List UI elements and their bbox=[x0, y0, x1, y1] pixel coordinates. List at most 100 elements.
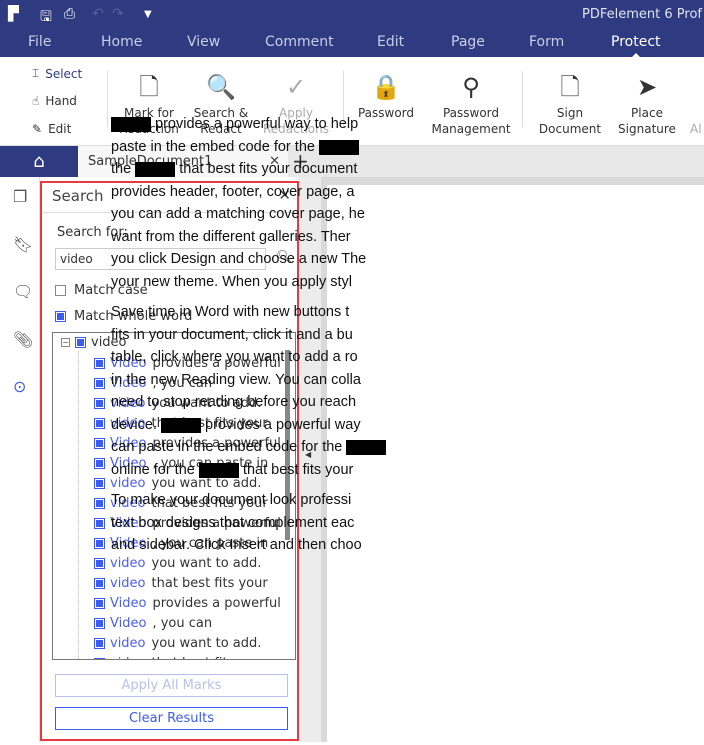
app-logo-icon: ▛ bbox=[8, 6, 19, 22]
edit-icon: ✎ bbox=[32, 122, 43, 136]
checkbox-checked-icon[interactable] bbox=[94, 637, 105, 649]
select-tool[interactable]: ⌶ Select bbox=[32, 66, 82, 81]
checkbox-checked-icon[interactable] bbox=[94, 557, 105, 569]
checkbox-checked-icon[interactable] bbox=[94, 357, 105, 369]
apply-all-marks-button[interactable]: Apply All Marks bbox=[55, 674, 288, 697]
comment-icon[interactable]: 🗨 bbox=[13, 282, 33, 301]
result-item[interactable]: video that best fits bbox=[94, 653, 284, 660]
tree-line bbox=[78, 351, 79, 659]
menu-home[interactable]: Home bbox=[101, 34, 142, 50]
checkbox-checked-icon[interactable] bbox=[94, 417, 105, 429]
document-text: |R| provides a powerful way to help paste… bbox=[111, 113, 704, 565]
undo-icon[interactable]: ↶ bbox=[92, 6, 104, 22]
redaction-mark[interactable]: |R| bbox=[318, 139, 359, 155]
redo-icon[interactable]: ↷ bbox=[112, 6, 124, 22]
menu-comment[interactable]: Comment bbox=[265, 34, 334, 50]
text-line: want from the different galleries. Ther bbox=[111, 228, 351, 245]
text-line: To make your document look professi bbox=[111, 492, 352, 508]
text-line: and sidebar. Click Insert and then choo bbox=[111, 537, 362, 553]
text-line: device. |R| provides a powerful way bbox=[111, 416, 361, 433]
checkbox-checked-icon[interactable] bbox=[94, 537, 105, 549]
text-line: |R| provides a powerful way to help bbox=[111, 113, 704, 136]
text-line: table, click where you want to add a ro bbox=[111, 349, 358, 365]
document-icon: 🗋 bbox=[139, 73, 159, 101]
checkbox-checked-icon[interactable] bbox=[94, 517, 105, 529]
document-search-icon: 🔍 bbox=[206, 73, 236, 101]
text-line: can paste in the embed code for the |R| bbox=[111, 436, 704, 459]
checkbox-checked-icon[interactable] bbox=[94, 437, 105, 449]
print-icon[interactable]: ⎙ bbox=[64, 6, 75, 22]
hand-tool[interactable]: ☝ Hand bbox=[32, 94, 77, 108]
home-tab[interactable]: ⌂ bbox=[0, 146, 78, 177]
hand-icon: ☝ bbox=[32, 94, 40, 108]
text-line: you click Design and choose a new The bbox=[111, 251, 367, 267]
checkbox-checked-icon[interactable] bbox=[94, 657, 105, 659]
result-keyword: Video bbox=[110, 615, 147, 631]
customize-icon[interactable]: ▼ bbox=[144, 9, 152, 20]
sign-document-icon: 🗋 bbox=[560, 73, 580, 101]
menu-page[interactable]: Page bbox=[451, 34, 485, 50]
result-item[interactable]: Video provides a powerful bbox=[94, 593, 284, 613]
paragraph: |R| provides a powerful way to help paste… bbox=[111, 113, 704, 293]
edit-label: Edit bbox=[48, 122, 72, 136]
result-keyword: Video bbox=[110, 595, 147, 611]
checkbox-checked-icon[interactable] bbox=[94, 617, 105, 629]
left-sidebar: ❐ 🔖︎ 🗨 📎︎ ⊙ bbox=[0, 177, 40, 742]
result-context: you want to add. bbox=[151, 635, 262, 651]
save-icon[interactable]: 🖫 bbox=[40, 6, 52, 30]
pages-icon[interactable]: ❐ bbox=[13, 187, 27, 206]
checkbox-checked-icon[interactable] bbox=[94, 397, 105, 409]
hand-label: Hand bbox=[45, 94, 77, 108]
user-lock-icon: ⚲ bbox=[462, 73, 480, 101]
result-context: , you can bbox=[152, 615, 213, 631]
paragraph: Save time in Word with new buttons t fits… bbox=[111, 301, 704, 481]
select-cursor-icon: ⌶ bbox=[32, 66, 40, 80]
home-icon: ⌂ bbox=[33, 151, 45, 172]
checkbox-checked-icon[interactable] bbox=[94, 457, 105, 469]
text-line: Save time in Word with new buttons t bbox=[111, 304, 350, 320]
app-title: PDFelement 6 Prof bbox=[582, 7, 702, 22]
text-line: your new theme. When you apply styl bbox=[111, 273, 352, 290]
menu-edit[interactable]: Edit bbox=[377, 34, 404, 50]
redaction-mark[interactable]: |R| bbox=[111, 117, 152, 132]
place-signature-icon: ➤ bbox=[636, 73, 658, 101]
menu-protect[interactable]: Protect bbox=[611, 34, 661, 58]
checkbox-checked-icon[interactable] bbox=[75, 337, 86, 348]
redaction-mark[interactable]: |R| bbox=[135, 162, 176, 177]
menu-file[interactable]: File bbox=[28, 34, 51, 50]
redaction-mark[interactable]: |R| bbox=[346, 440, 387, 455]
checkbox-checked-icon[interactable] bbox=[94, 577, 105, 589]
bookmark-icon[interactable]: 🔖︎ bbox=[13, 235, 33, 254]
text-line: fits in your document, click it and a bu bbox=[111, 326, 353, 343]
result-keyword: video bbox=[110, 656, 146, 660]
text-line: in the new Reading view. You can colla bbox=[111, 371, 361, 388]
checkbox-icon bbox=[55, 285, 66, 296]
result-context: that best fits bbox=[152, 656, 235, 660]
checkbox-checked-icon[interactable] bbox=[94, 477, 105, 489]
attachment-icon[interactable]: 📎︎ bbox=[13, 330, 33, 349]
checkbox-checked-icon bbox=[55, 311, 66, 322]
text-line: text box designs that complement eac bbox=[111, 514, 355, 531]
menu-bar: File Home View Comment Edit Page Form Pr… bbox=[0, 30, 704, 58]
text-line: the |R| that best fits your document bbox=[111, 161, 358, 177]
clear-results-button[interactable]: Clear Results bbox=[55, 707, 288, 730]
result-item[interactable]: video you want to add. bbox=[94, 633, 284, 653]
search-icon[interactable]: ⊙ bbox=[13, 377, 26, 396]
edit-tool[interactable]: ✎ Edit bbox=[32, 122, 71, 136]
menu-view[interactable]: View bbox=[187, 34, 220, 50]
result-keyword: video bbox=[110, 575, 146, 591]
checkbox-checked-icon[interactable] bbox=[94, 497, 105, 509]
checkbox-checked-icon[interactable] bbox=[94, 377, 105, 389]
search-panel-title: Search bbox=[52, 187, 104, 205]
document-check-icon: ✓ bbox=[285, 73, 307, 101]
result-item[interactable]: Video , you can bbox=[94, 613, 284, 633]
text-line: provides header, footer, cover page, a bbox=[111, 183, 355, 200]
collapse-icon[interactable]: − bbox=[61, 338, 70, 347]
text-line: online for the |R| that best fits your bbox=[111, 461, 354, 478]
result-item[interactable]: video that best fits your bbox=[94, 573, 284, 593]
text-line: you can add a matching cover page, he bbox=[111, 206, 365, 222]
menu-form[interactable]: Form bbox=[529, 34, 564, 50]
checkbox-checked-icon[interactable] bbox=[94, 597, 105, 609]
redaction-mark[interactable]: |R| bbox=[198, 462, 239, 478]
redaction-mark[interactable]: |R| bbox=[160, 417, 201, 433]
